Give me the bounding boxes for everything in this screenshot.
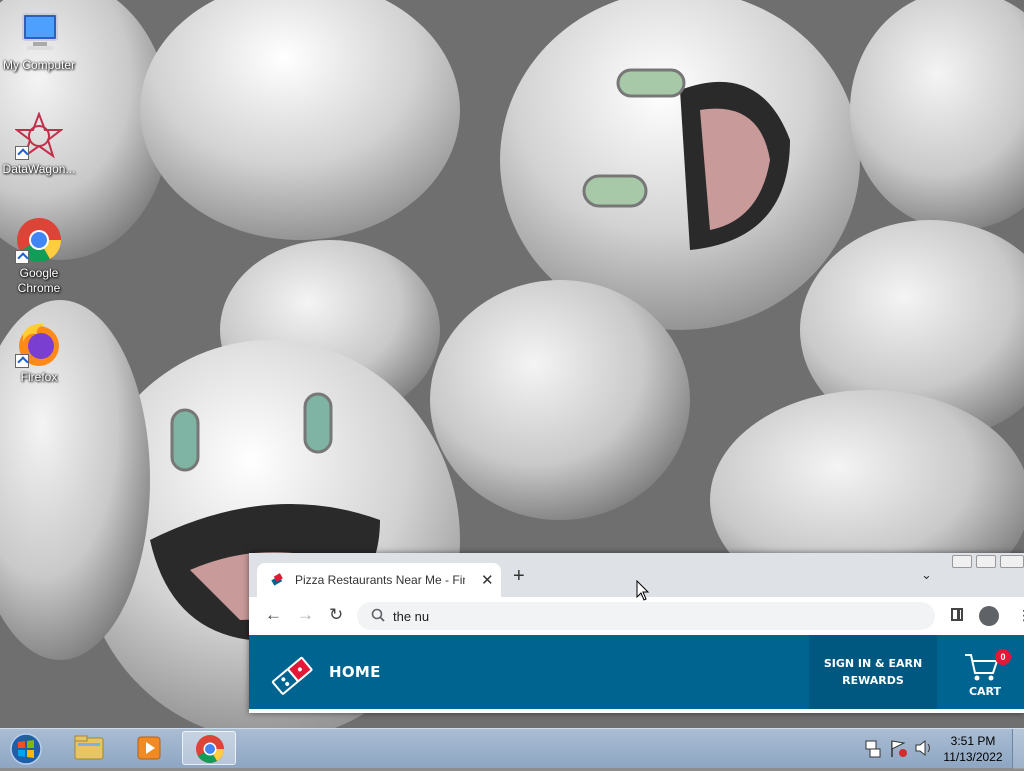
chrome-icon — [196, 735, 224, 763]
system-tray — [865, 739, 930, 758]
folder-icon — [74, 735, 104, 760]
minimize-button[interactable] — [952, 555, 972, 568]
taskbar-file-explorer[interactable] — [62, 731, 116, 765]
desktop-icon-label: Firefox — [20, 370, 58, 384]
taskbar: 3:51 PM 11/13/2022 — [0, 728, 1024, 769]
cart-label: CART — [968, 685, 1002, 698]
shortcut-arrow-icon — [15, 250, 29, 264]
mouse-cursor-icon — [636, 580, 650, 601]
new-tab-button[interactable]: + — [513, 566, 525, 586]
desktop-icon-datawagon[interactable]: DataWagon... — [0, 111, 78, 177]
nav-home-link[interactable]: HOME — [329, 663, 381, 681]
chrome-menu-button[interactable]: ⋮ — [1017, 607, 1024, 624]
profile-avatar-icon[interactable] — [979, 606, 999, 626]
forward-button[interactable]: → — [297, 605, 314, 625]
dominos-favicon-icon — [271, 573, 283, 586]
tab-close-icon[interactable]: ✕ — [481, 571, 494, 589]
reload-button[interactable]: ↻ — [329, 605, 343, 625]
sign-in-line-1: SIGN IN & EARN — [823, 657, 923, 670]
show-desktop-button[interactable] — [1012, 729, 1024, 769]
sign-in-line-2: REWARDS — [842, 674, 904, 687]
desktop-icon-firefox[interactable]: Firefox — [0, 320, 78, 385]
maximize-button[interactable] — [976, 555, 996, 568]
firefox-icon — [15, 320, 63, 368]
address-bar[interactable] — [357, 602, 935, 630]
clock-time: 3:51 PM — [950, 734, 996, 748]
browser-toolbar: ← → ↻ ⋮ — [249, 597, 1024, 635]
taskbar-chrome[interactable] — [182, 731, 236, 765]
search-icon — [371, 608, 385, 622]
network-icon — [865, 740, 881, 758]
site-header: HOME SIGN IN & EARN REWARDS 0 CART — [249, 635, 1024, 709]
close-window-button[interactable] — [1000, 555, 1024, 568]
action-center-flag-icon — [891, 740, 907, 757]
dominos-logo-icon[interactable] — [265, 648, 313, 696]
desktop-icon-label: My Computer — [2, 58, 76, 72]
side-panel-icon[interactable] — [951, 608, 963, 621]
sign-in-rewards-button[interactable]: SIGN IN & EARN REWARDS — [809, 635, 937, 709]
datawagon-icon — [14, 111, 64, 160]
shortcut-arrow-icon — [15, 354, 29, 368]
taskbar-media-player[interactable] — [122, 731, 176, 765]
desktop-icon-label: DataWagon... — [2, 162, 76, 176]
desktop-icon-my-computer[interactable]: My Computer — [0, 8, 78, 73]
address-input[interactable] — [393, 606, 913, 626]
desktop-icon-google-chrome[interactable]: Google Chrome — [0, 216, 78, 296]
volume-icon — [915, 739, 930, 757]
taskbar-clock[interactable]: 3:51 PM 11/13/2022 — [938, 733, 1008, 765]
media-player-icon — [137, 736, 161, 760]
chrome-icon — [15, 216, 63, 264]
tab-search-chevron-icon[interactable]: ⌄ — [921, 567, 932, 583]
desktop-icon-label: Google Chrome — [17, 266, 61, 295]
cart-button[interactable]: 0 CART — [955, 649, 1015, 699]
shortcut-arrow-icon — [15, 146, 29, 160]
clock-date: 11/13/2022 — [943, 750, 1003, 764]
sign-in-label: SIGN IN & EARN REWARDS — [809, 655, 937, 689]
back-button[interactable]: ← — [265, 605, 282, 625]
start-orb-icon[interactable] — [6, 732, 46, 766]
tab-title: Pizza Restaurants Near Me - Find — [295, 573, 465, 587]
computer-icon — [15, 8, 63, 56]
cart-count-badge: 0 — [995, 649, 1011, 665]
tab-pizza-restaurants[interactable]: Pizza Restaurants Near Me - Find ✕ — [257, 563, 501, 597]
browser-window[interactable]: Pizza Restaurants Near Me - Find ✕ + ⌄ ←… — [249, 553, 1024, 713]
